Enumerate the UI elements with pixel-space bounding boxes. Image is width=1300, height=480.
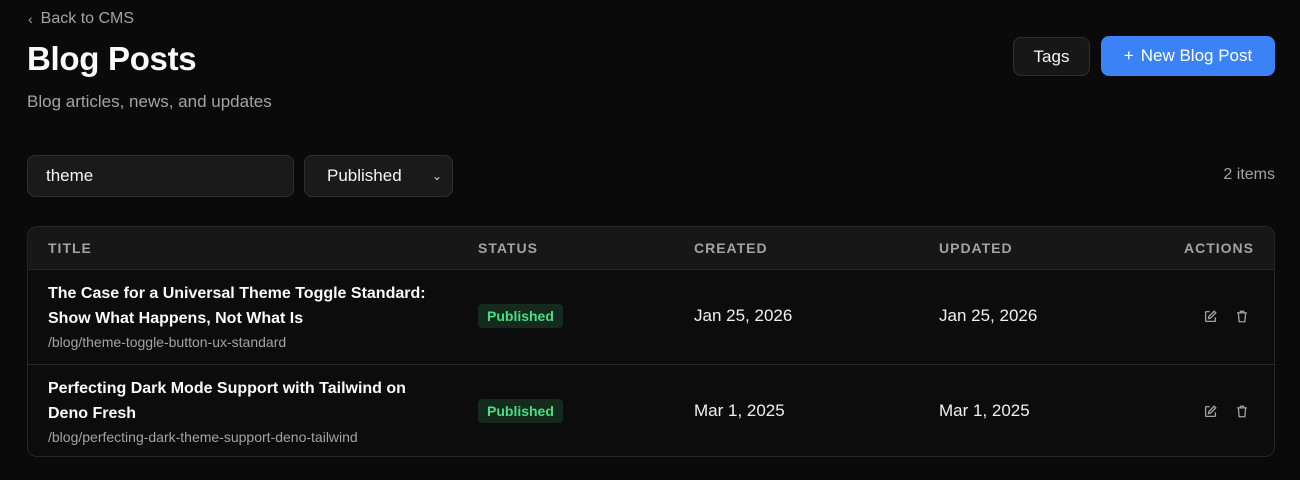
post-slug: /blog/perfecting-dark-theme-support-deno… xyxy=(48,429,358,445)
table-header: TITLE STATUS CREATED UPDATED ACTIONS xyxy=(28,227,1274,270)
column-header-title: TITLE xyxy=(48,240,92,256)
post-slug: /blog/theme-toggle-button-ux-standard xyxy=(48,334,287,350)
blog-posts-table: TITLE STATUS CREATED UPDATED ACTIONS The… xyxy=(27,226,1275,457)
post-title[interactable]: The Case for a Universal Theme Toggle St… xyxy=(48,281,448,331)
status-badge: Published xyxy=(478,399,563,423)
created-date: Mar 1, 2025 xyxy=(694,401,785,420)
page-subtitle: Blog articles, news, and updates xyxy=(27,92,272,111)
tags-button-label: Tags xyxy=(1033,46,1070,66)
status-filter-value: Published xyxy=(327,166,402,185)
status-filter-select[interactable]: Published ⌄ xyxy=(304,155,453,197)
chevron-down-icon: ⌄ xyxy=(431,169,442,183)
column-header-actions: ACTIONS xyxy=(1184,240,1254,256)
column-header-status: STATUS xyxy=(478,240,538,256)
search-input[interactable] xyxy=(27,155,294,197)
updated-date: Jan 25, 2026 xyxy=(939,306,1038,325)
back-to-cms-link[interactable]: ‹ Back to CMS xyxy=(28,10,134,28)
item-count: 2 items xyxy=(1223,166,1275,183)
chevron-left-icon: ‹ xyxy=(28,11,33,27)
column-header-created: CREATED xyxy=(694,240,768,256)
table-row[interactable]: Perfecting Dark Mode Support with Tailwi… xyxy=(28,365,1274,456)
page-title: Blog Posts xyxy=(27,40,197,77)
column-header-updated: UPDATED xyxy=(939,240,1013,256)
table-row[interactable]: The Case for a Universal Theme Toggle St… xyxy=(28,270,1274,365)
edit-icon[interactable] xyxy=(1202,403,1218,419)
updated-date: Mar 1, 2025 xyxy=(939,401,1030,420)
trash-icon[interactable] xyxy=(1234,403,1250,419)
tags-button[interactable]: Tags xyxy=(1013,37,1090,76)
new-blog-post-label: New Blog Post xyxy=(1140,46,1253,65)
trash-icon[interactable] xyxy=(1234,308,1250,324)
status-badge: Published xyxy=(478,304,563,328)
new-blog-post-button[interactable]: + New Blog Post xyxy=(1101,36,1275,76)
back-label: Back to CMS xyxy=(40,10,135,27)
plus-icon: + xyxy=(1123,46,1134,65)
edit-icon[interactable] xyxy=(1202,308,1218,324)
created-date: Jan 25, 2026 xyxy=(694,306,793,325)
post-title[interactable]: Perfecting Dark Mode Support with Tailwi… xyxy=(48,376,448,426)
